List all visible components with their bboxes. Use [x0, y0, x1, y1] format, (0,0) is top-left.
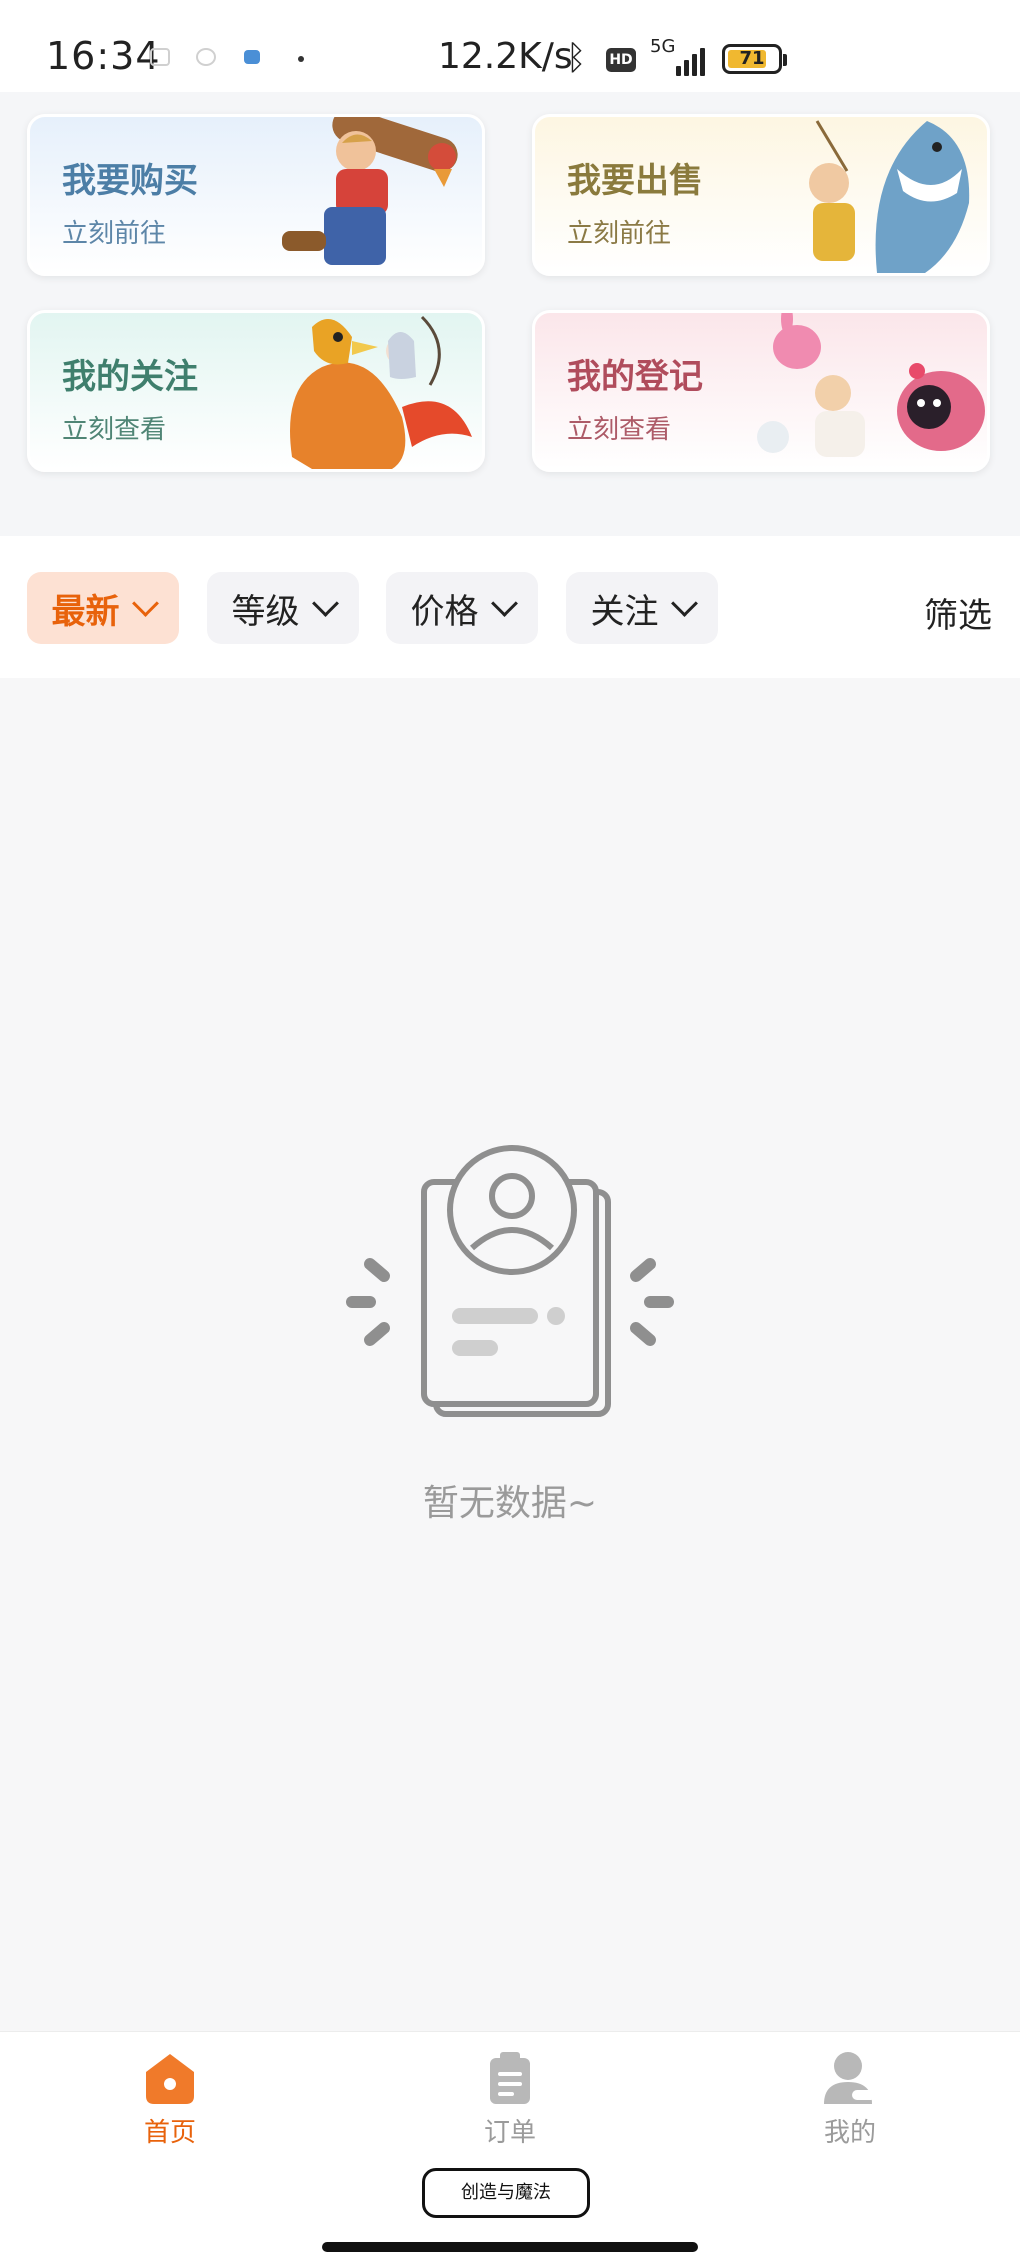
nfc-icon	[244, 50, 260, 64]
chevron-down-icon	[670, 589, 698, 617]
signal-icon	[676, 44, 705, 76]
entry-cards: 我要购买 立刻前往 我要出售 立刻前往 我的关注 立刻查看 我的登记 立刻查看	[0, 92, 1020, 536]
battery-icon: 71	[722, 44, 787, 74]
sort-price-label: 价格	[410, 591, 479, 632]
sort-latest-chip[interactable]: 最新	[27, 572, 179, 644]
battery-level: 71	[739, 48, 765, 69]
tab-orders[interactable]: 订单	[430, 2050, 590, 2149]
hd-icon: HD	[606, 48, 636, 72]
sort-price-chip[interactable]: 价格	[386, 572, 538, 644]
sort-follow-chip[interactable]: 关注	[566, 572, 718, 644]
sell-card-subtitle: 立刻前往	[567, 219, 672, 249]
tab-home[interactable]: 首页	[90, 2050, 250, 2149]
game-brand-button[interactable]: 创造与魔法	[422, 2168, 590, 2218]
follow-card-illustration	[290, 315, 472, 469]
home-icon	[146, 2054, 194, 2104]
buy-card-illustration	[282, 117, 458, 265]
sell-card-title: 我要出售	[567, 161, 703, 201]
follow-card-title: 我的关注	[62, 357, 198, 397]
tab-me[interactable]: 我的	[770, 2050, 930, 2149]
sell-card-illustration	[809, 120, 970, 273]
sync-icon	[196, 48, 216, 66]
sort-level-chip[interactable]: 等级	[207, 572, 359, 644]
chevron-down-icon	[311, 589, 339, 617]
notification-icon	[150, 48, 170, 66]
sort-level-label: 等级	[231, 591, 300, 632]
network-type: 5G	[650, 36, 676, 57]
register-card-illustration	[757, 313, 985, 457]
sort-latest-label: 最新	[51, 591, 120, 632]
empty-state-message: 暂无数据~	[422, 1483, 598, 1524]
more-notifications-dot	[298, 56, 304, 62]
register-card-subtitle: 立刻查看	[567, 415, 672, 445]
home-indicator[interactable]	[322, 2242, 698, 2252]
sell-card[interactable]: 我要出售 立刻前往	[532, 114, 990, 276]
chevron-down-icon	[490, 589, 518, 617]
status-bar: 16:34 12.2K/s ᛒ HD 5G 71	[0, 0, 1020, 92]
bluetooth-icon: ᛒ	[566, 38, 587, 78]
chevron-down-icon	[131, 589, 159, 617]
tab-home-label: 首页	[143, 2118, 196, 2148]
status-time: 16:34	[46, 34, 161, 78]
filter-bar: 最新 等级 价格 关注 筛选	[0, 536, 1020, 678]
buy-card[interactable]: 我要购买 立刻前往	[27, 114, 485, 276]
register-card-title: 我的登记	[567, 357, 703, 397]
sort-follow-label: 关注	[590, 591, 659, 632]
bottom-nav: 首页 订单 我的 创造与魔法	[0, 2031, 1020, 2268]
buy-card-subtitle: 立刻前往	[62, 219, 167, 249]
network-speed: 12.2K/s	[438, 36, 573, 77]
follow-card[interactable]: 我的关注 立刻查看	[27, 310, 485, 472]
tab-me-label: 我的	[823, 2118, 876, 2148]
follow-card-subtitle: 立刻查看	[62, 415, 167, 445]
empty-state-icon	[346, 1145, 674, 1417]
register-card[interactable]: 我的登记 立刻查看	[532, 310, 990, 472]
orders-icon	[490, 2052, 530, 2104]
profile-icon	[824, 2052, 876, 2104]
tab-orders-label: 订单	[483, 2118, 536, 2148]
filter-button[interactable]: 筛选	[924, 588, 992, 637]
buy-card-title: 我要购买	[62, 161, 198, 201]
